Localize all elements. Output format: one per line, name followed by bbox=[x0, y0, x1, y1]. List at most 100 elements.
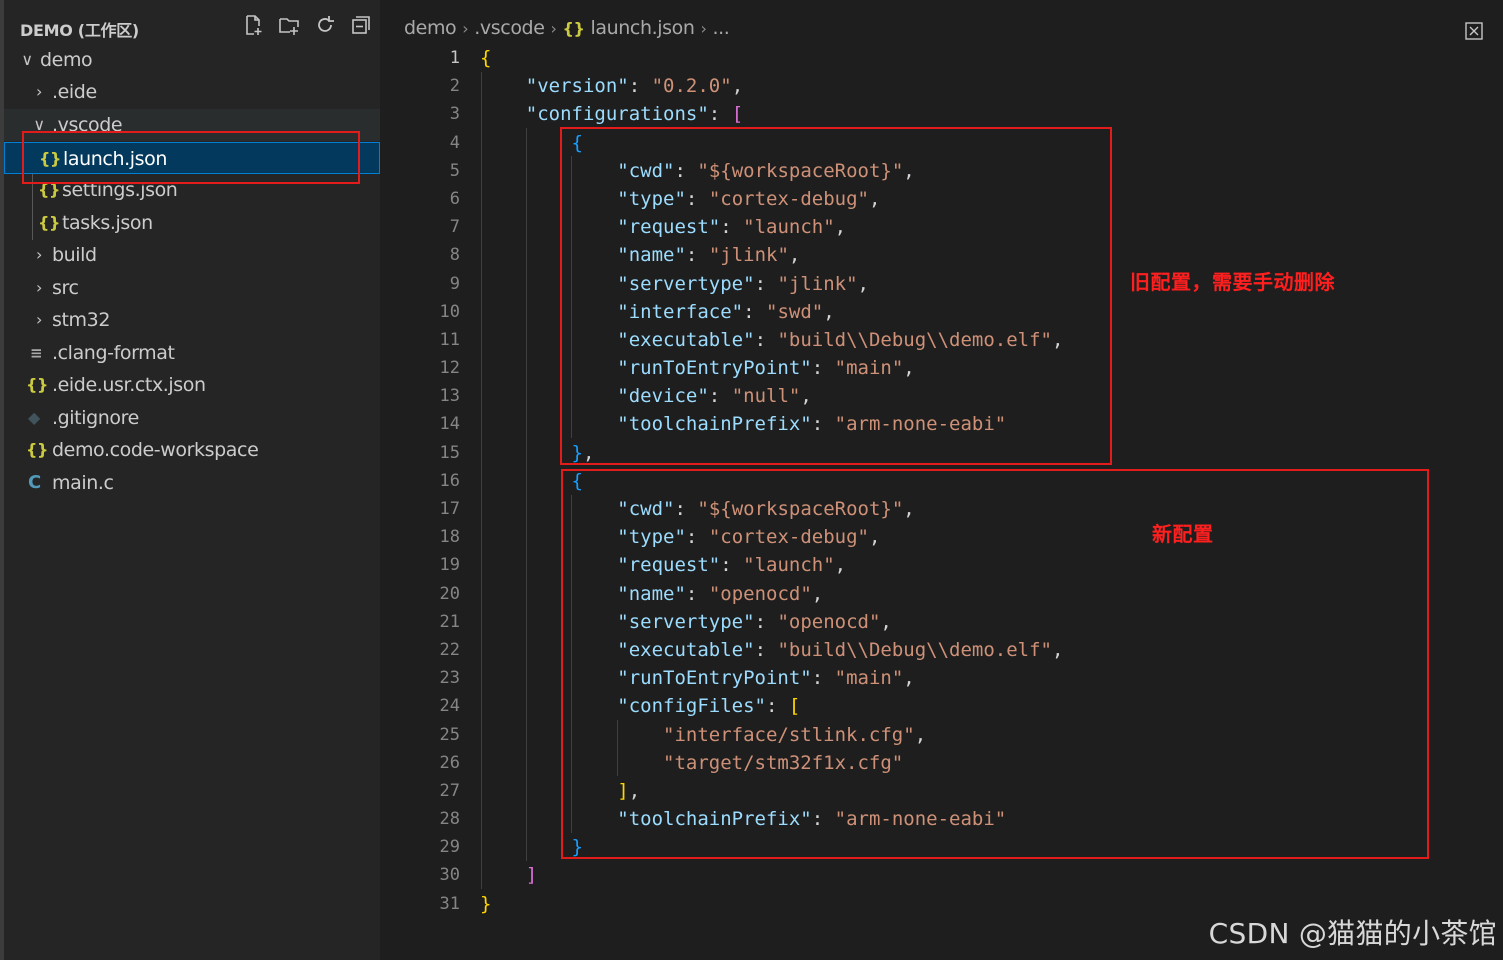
line-number: 9 bbox=[449, 273, 460, 294]
breadcrumb-item-vscode[interactable]: .vscode bbox=[474, 14, 545, 42]
tree-folder-src[interactable]: › src bbox=[4, 272, 380, 304]
tree-label: .clang-format bbox=[52, 342, 175, 364]
line-number: 23 bbox=[439, 668, 460, 689]
line-number: 24 bbox=[439, 696, 460, 717]
line-number: 12 bbox=[439, 358, 460, 379]
line-number: 27 bbox=[439, 780, 460, 801]
tree-label: .eide.usr.ctx.json bbox=[52, 374, 206, 396]
line-number: 19 bbox=[439, 555, 460, 576]
tree-label: stm32 bbox=[52, 309, 111, 331]
new-config-note: 新配置 bbox=[1152, 522, 1214, 546]
line-number: 11 bbox=[439, 329, 460, 350]
line-number: 20 bbox=[439, 583, 460, 604]
c-file-icon: C bbox=[28, 472, 41, 493]
restore-layout-icon[interactable] bbox=[1463, 20, 1485, 42]
chevron-down-icon: ∨ bbox=[21, 50, 33, 69]
code-line[interactable]: "configurations": [ bbox=[480, 100, 1480, 128]
line-number: 8 bbox=[449, 245, 460, 266]
new-config-box bbox=[561, 469, 1429, 859]
line-number: 3 bbox=[449, 104, 460, 125]
code-token: "0.2.0" bbox=[651, 75, 732, 98]
code-token: "configurations" bbox=[525, 103, 709, 126]
tree-label: tasks.json bbox=[62, 212, 153, 234]
json-file-icon: {} bbox=[26, 375, 48, 394]
line-number: 17 bbox=[439, 499, 460, 519]
collapse-all-icon[interactable] bbox=[348, 12, 374, 38]
chevron-right-icon: › bbox=[36, 82, 42, 101]
line-number: 16 bbox=[439, 470, 460, 491]
line-number: 26 bbox=[439, 752, 460, 773]
explorer-header: DEMO (工作区) bbox=[4, 10, 380, 44]
line-number: 18 bbox=[439, 527, 460, 548]
line-number: 2 bbox=[449, 76, 460, 97]
code-token: [ bbox=[731, 103, 744, 126]
tree-file-main-c[interactable]: C main.c bbox=[4, 467, 380, 499]
tree-label: build bbox=[52, 244, 97, 266]
line-number-gutter: 1 2 3 4 5 6 7 8 9 10 11 12 13 14 15 16 17 18 19 20 21 22 23 24 2… bbox=[400, 44, 460, 918]
line-number: 30 bbox=[439, 865, 460, 886]
line-number: 21 bbox=[439, 611, 460, 632]
code-token: : bbox=[708, 103, 732, 126]
workspace-title[interactable]: DEMO (工作区) bbox=[20, 17, 139, 41]
tree-folder-eide[interactable]: › .eide bbox=[4, 76, 380, 108]
indent-guide bbox=[481, 72, 482, 889]
line-number: 28 bbox=[439, 809, 460, 830]
line-number: 10 bbox=[439, 301, 460, 322]
tree-folder-demo[interactable]: ∨ demo bbox=[4, 44, 380, 76]
json-file-icon: {} bbox=[562, 19, 585, 38]
tree-label: demo bbox=[40, 49, 93, 71]
line-number: 4 bbox=[449, 132, 460, 153]
refresh-icon[interactable] bbox=[312, 12, 338, 38]
line-number: 14 bbox=[439, 414, 460, 435]
tree-file-tasks-json[interactable]: {} tasks.json bbox=[4, 207, 380, 239]
chevron-right-icon: › bbox=[36, 245, 42, 264]
chevron-right-icon: › bbox=[550, 19, 557, 38]
indent-guide bbox=[526, 128, 527, 861]
code-line[interactable]: "version": "0.2.0", bbox=[480, 72, 1480, 100]
new-file-icon[interactable] bbox=[240, 12, 266, 38]
line-number: 15 bbox=[439, 442, 460, 463]
line-number: 31 bbox=[439, 893, 460, 914]
tree-file-gitignore[interactable]: ◆ .gitignore bbox=[4, 402, 380, 434]
code-token: : bbox=[628, 75, 652, 98]
old-config-box bbox=[560, 127, 1112, 465]
tree-label: .gitignore bbox=[52, 407, 139, 429]
old-config-note: 旧配置，需要手动删除 bbox=[1130, 270, 1335, 294]
code-token: "version" bbox=[525, 75, 629, 98]
chevron-right-icon: › bbox=[462, 19, 469, 38]
explorer-actions bbox=[240, 12, 374, 38]
chevron-right-icon: › bbox=[36, 310, 42, 329]
line-number: 25 bbox=[439, 724, 460, 745]
tree-label: main.c bbox=[52, 472, 114, 494]
new-folder-icon[interactable] bbox=[276, 12, 302, 38]
json-file-icon: {} bbox=[38, 213, 60, 232]
tree-file-demo-code-workspace[interactable]: {} demo.code-workspace bbox=[4, 434, 380, 466]
code-line[interactable]: ] bbox=[480, 861, 1480, 889]
breadcrumb-item-ellipsis[interactable]: ... bbox=[712, 14, 729, 42]
line-number: 1 bbox=[449, 48, 460, 68]
line-number: 7 bbox=[449, 217, 460, 238]
tree-file-clang-format[interactable]: ≡ .clang-format bbox=[4, 337, 380, 369]
line-number: 13 bbox=[439, 386, 460, 407]
editor-pane: demo › .vscode ›{} launch.json ›... 123456789… bbox=[380, 0, 1503, 960]
highlight-box-launch-json bbox=[22, 131, 360, 184]
breadcrumb: demo › .vscode › {} launch.json ›... bbox=[404, 14, 730, 42]
tree-file-eide-usr-ctx-json[interactable]: {} .eide.usr.ctx.json bbox=[4, 369, 380, 401]
tree-label: demo.code-workspace bbox=[52, 439, 259, 461]
code-token: { bbox=[480, 47, 492, 69]
line-number: 5 bbox=[449, 160, 460, 181]
breadcrumb-item-launch-json[interactable]: launch.json bbox=[591, 14, 695, 42]
line-number: 6 bbox=[449, 188, 460, 209]
tree-label: src bbox=[52, 277, 79, 299]
json-file-icon: {} bbox=[26, 440, 48, 459]
tree-folder-stm32[interactable]: › stm32 bbox=[4, 304, 380, 336]
format-file-icon: ≡ bbox=[30, 344, 43, 362]
code-line[interactable]: { bbox=[480, 44, 1480, 72]
chevron-right-icon: › bbox=[36, 278, 42, 297]
code-token: ] bbox=[525, 864, 538, 887]
breadcrumb-item-demo[interactable]: demo bbox=[404, 14, 457, 42]
tree-folder-build[interactable]: › build bbox=[4, 239, 380, 271]
